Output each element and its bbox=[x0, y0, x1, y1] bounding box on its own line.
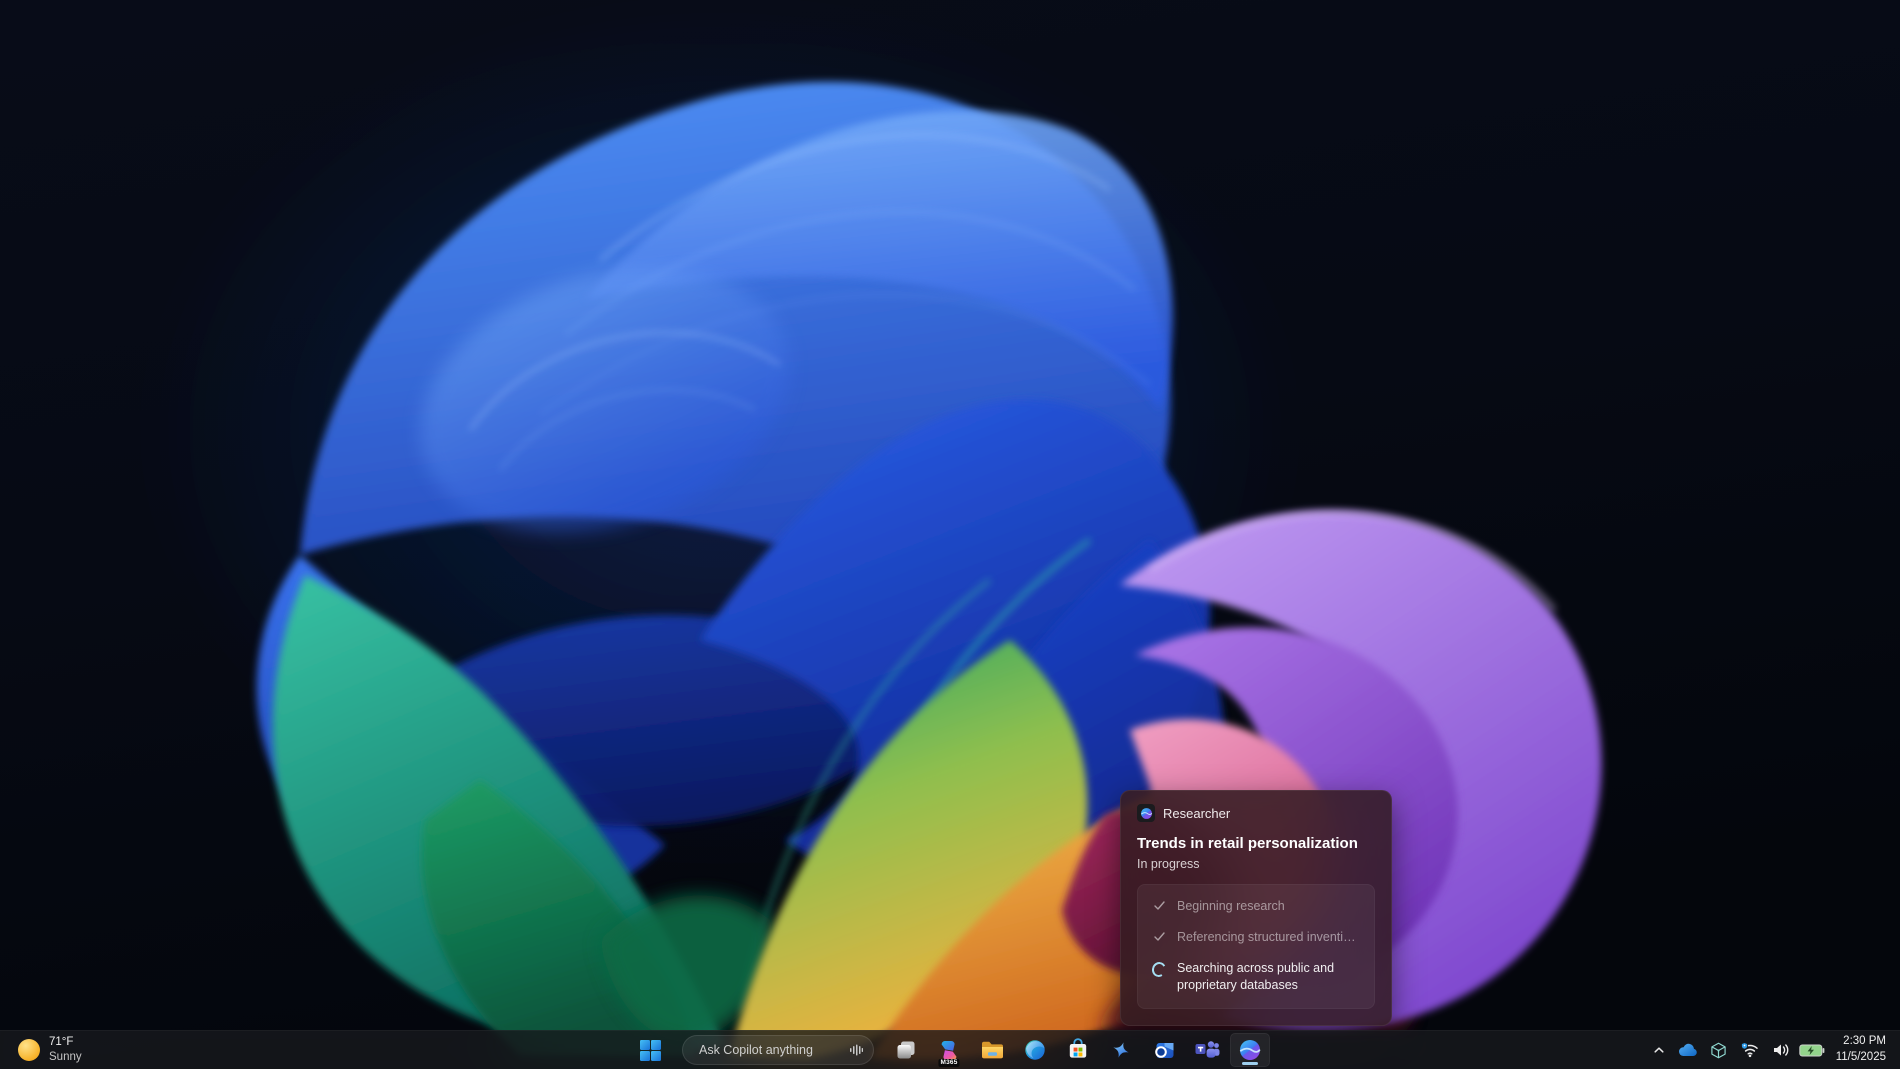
researcher-app-icon bbox=[1137, 804, 1155, 822]
tray-time: 2:30 PM bbox=[1843, 1034, 1886, 1050]
battery-charging-icon[interactable] bbox=[1799, 1033, 1825, 1067]
researcher-icon bbox=[1238, 1038, 1262, 1062]
voice-input-icon[interactable] bbox=[849, 1043, 863, 1057]
clock[interactable]: 2:30 PM 11/5/2025 bbox=[1836, 1034, 1886, 1065]
start-button[interactable] bbox=[630, 1033, 670, 1067]
sun-icon bbox=[18, 1039, 40, 1061]
teams-button[interactable] bbox=[1187, 1033, 1227, 1067]
windows-logo-icon bbox=[639, 1039, 662, 1062]
step-label: Beginning research bbox=[1177, 898, 1285, 915]
volume-icon[interactable] bbox=[1768, 1033, 1794, 1067]
m365-copilot-icon bbox=[937, 1040, 961, 1061]
toast-status: In progress bbox=[1137, 857, 1375, 871]
weather-widget[interactable]: 71°F Sunny bbox=[10, 1031, 90, 1069]
outlook-button[interactable] bbox=[1144, 1033, 1184, 1067]
microsoft-store-icon bbox=[1066, 1038, 1090, 1062]
edge-button[interactable] bbox=[1015, 1033, 1055, 1067]
step-label: Searching across public and proprietary … bbox=[1177, 960, 1360, 994]
toast-title: Trends in retail personalization bbox=[1137, 835, 1375, 852]
task-view-button[interactable] bbox=[886, 1033, 926, 1067]
researcher-logo-glyph bbox=[1140, 807, 1153, 820]
desktop: Researcher Trends in retail personalizat… bbox=[0, 0, 1900, 1069]
3d-box-icon[interactable] bbox=[1706, 1033, 1732, 1067]
edge-icon bbox=[1023, 1038, 1047, 1062]
toast-steps-card: Beginning research Referencing structure… bbox=[1137, 884, 1375, 1009]
weather-text: 71°F Sunny bbox=[49, 1035, 82, 1065]
spinner-icon bbox=[1152, 961, 1166, 977]
file-explorer-icon bbox=[980, 1039, 1005, 1061]
researcher-progress-toast[interactable]: Researcher Trends in retail personalizat… bbox=[1120, 790, 1392, 1026]
outlook-icon bbox=[1152, 1039, 1176, 1062]
wifi-icon[interactable] bbox=[1737, 1033, 1763, 1067]
copilot-search-box[interactable]: Ask Copilot anything bbox=[682, 1035, 874, 1065]
researcher-button[interactable] bbox=[1230, 1033, 1270, 1067]
m365-copilot-button[interactable]: M365 bbox=[929, 1033, 969, 1067]
active-app-indicator bbox=[1242, 1062, 1258, 1065]
m365-badge: M365 bbox=[938, 1059, 959, 1068]
file-explorer-button[interactable] bbox=[972, 1033, 1012, 1067]
step-row-active: Searching across public and proprietary … bbox=[1152, 960, 1360, 994]
sparkle-app-button[interactable] bbox=[1101, 1033, 1141, 1067]
tray-date: 11/5/2025 bbox=[1836, 1050, 1886, 1066]
sparkle-star-icon bbox=[1109, 1038, 1133, 1062]
desktop-wallpaper bbox=[0, 0, 1900, 1069]
taskbar-center: Ask Copilot anything bbox=[630, 1031, 1270, 1069]
step-label: Referencing structured invention d… bbox=[1177, 929, 1360, 946]
weather-temperature: 71°F bbox=[49, 1035, 82, 1050]
taskbar: 71°F Sunny Ask Copilot anything bbox=[0, 1030, 1900, 1069]
step-row-done: Referencing structured invention d… bbox=[1152, 929, 1360, 946]
teams-icon bbox=[1194, 1038, 1220, 1062]
onedrive-icon[interactable] bbox=[1675, 1033, 1701, 1067]
tray-chevron-up-icon[interactable] bbox=[1648, 1033, 1670, 1067]
system-tray: 2:30 PM 11/5/2025 bbox=[1648, 1031, 1900, 1069]
toast-header: Researcher bbox=[1137, 804, 1375, 822]
check-icon bbox=[1152, 899, 1166, 912]
toast-app-name: Researcher bbox=[1163, 806, 1230, 821]
step-row-done: Beginning research bbox=[1152, 898, 1360, 915]
check-icon bbox=[1152, 930, 1166, 943]
microsoft-store-button[interactable] bbox=[1058, 1033, 1098, 1067]
search-placeholder: Ask Copilot anything bbox=[699, 1043, 813, 1057]
task-view-icon bbox=[895, 1039, 917, 1061]
weather-condition: Sunny bbox=[49, 1050, 82, 1065]
